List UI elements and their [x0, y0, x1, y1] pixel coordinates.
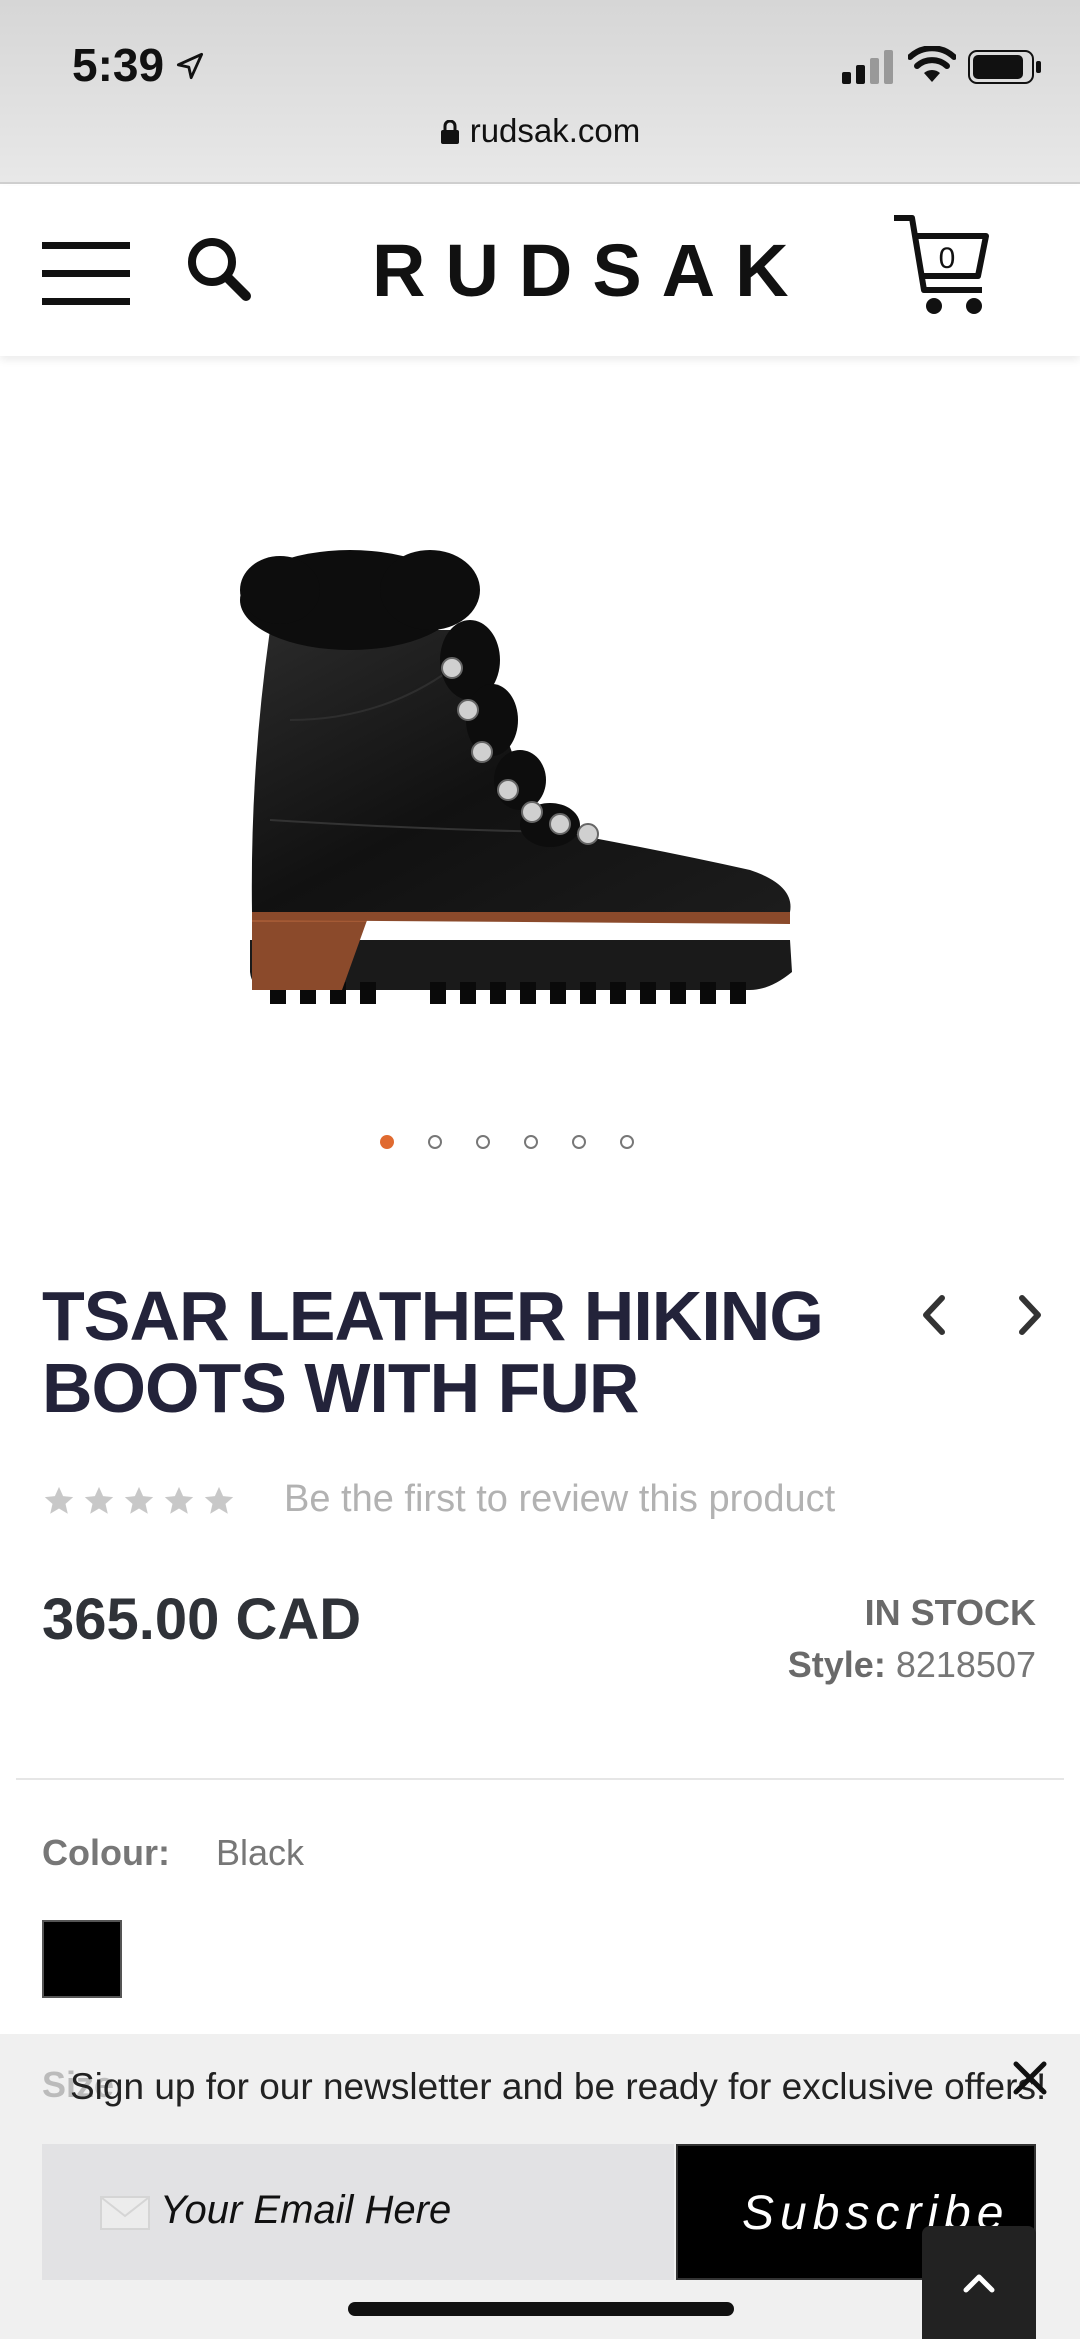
- browser-status-area: 5:39 rudsak.com: [0, 0, 1080, 184]
- previous-product-icon[interactable]: [914, 1290, 954, 1340]
- star-icon: [84, 1486, 114, 1514]
- next-product-icon[interactable]: [1010, 1290, 1050, 1340]
- style-label: Style:: [787, 1644, 886, 1685]
- chevron-up-icon: [963, 2274, 995, 2293]
- menu-button[interactable]: [42, 242, 132, 306]
- envelope-icon: [100, 2196, 150, 2230]
- carousel-dot[interactable]: [620, 1135, 634, 1149]
- star-icon: [124, 1486, 154, 1514]
- address-bar[interactable]: rudsak.com: [0, 112, 1080, 150]
- star-icon: [204, 1486, 234, 1514]
- product-price: 365.00 CAD: [42, 1587, 362, 1652]
- style-number: Style: 8218507: [788, 1644, 1036, 1686]
- close-icon[interactable]: [1010, 2058, 1050, 2098]
- divider: [16, 1778, 1064, 1780]
- star-icon: [44, 1486, 74, 1514]
- url-text: rudsak.com: [469, 112, 641, 149]
- carousel-dot[interactable]: [428, 1135, 442, 1149]
- carousel-dot[interactable]: [524, 1135, 538, 1149]
- style-value: 8218507: [895, 1644, 1036, 1685]
- rating-stars: [42, 1484, 236, 1518]
- wifi-icon: [908, 46, 956, 82]
- carousel-dot[interactable]: [476, 1135, 490, 1149]
- colour-value: Black: [216, 1832, 305, 1873]
- product-title: TSAR LEATHER HIKING BOOTS WITH FUR: [42, 1277, 824, 1427]
- carousel-dot[interactable]: [380, 1135, 394, 1149]
- star-icon: [164, 1486, 194, 1514]
- battery-icon: [968, 50, 1041, 84]
- colour-label: Colour:: [42, 1832, 170, 1873]
- site-header: RUDSAK 0: [0, 186, 1080, 356]
- newsletter-message: Sign up for our newsletter and be ready …: [70, 2066, 1047, 2107]
- scroll-to-top-button[interactable]: [922, 2226, 1036, 2339]
- status-time: 5:39: [72, 39, 165, 91]
- site-logo[interactable]: RUDSAK: [372, 228, 809, 313]
- lock-icon: [440, 120, 459, 144]
- image-carousel-dots: [380, 1132, 634, 1152]
- carousel-dot[interactable]: [572, 1135, 586, 1149]
- search-icon[interactable]: [184, 234, 254, 304]
- email-placeholder: Your Email Here: [160, 2188, 452, 2232]
- home-indicator[interactable]: [348, 2302, 734, 2316]
- location-arrow-icon: [176, 52, 204, 80]
- cart-count: 0: [938, 242, 956, 275]
- colour-swatch-black[interactable]: [42, 1920, 122, 1998]
- stock-status: IN STOCK: [864, 1592, 1036, 1633]
- cart-button[interactable]: 0: [890, 212, 1000, 320]
- cellular-signal-icon: [842, 50, 893, 84]
- product-image[interactable]: [230, 520, 810, 1040]
- first-review-link[interactable]: Be the first to review this product: [284, 1478, 835, 1521]
